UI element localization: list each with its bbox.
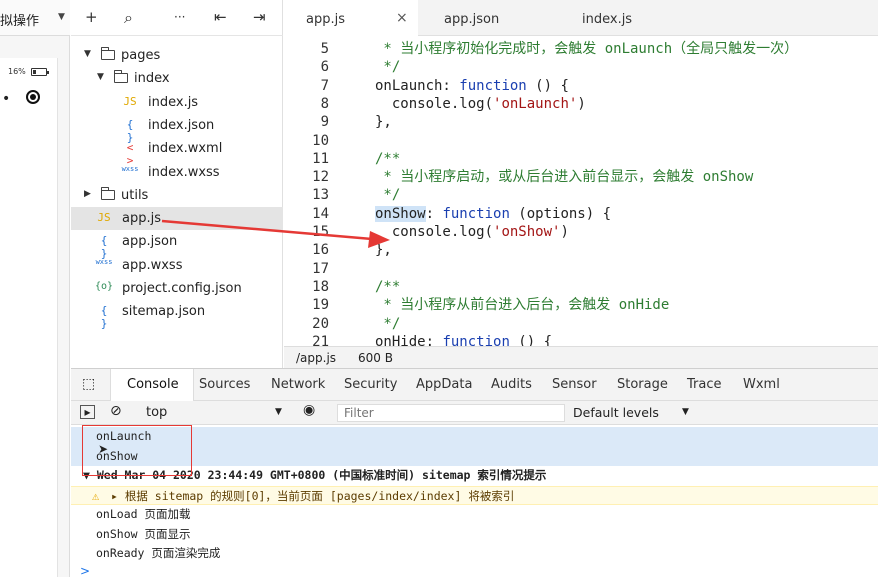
- arrow-annotation: [161, 219, 390, 248]
- arrow-head: [368, 231, 390, 248]
- arrow-line: [161, 219, 373, 241]
